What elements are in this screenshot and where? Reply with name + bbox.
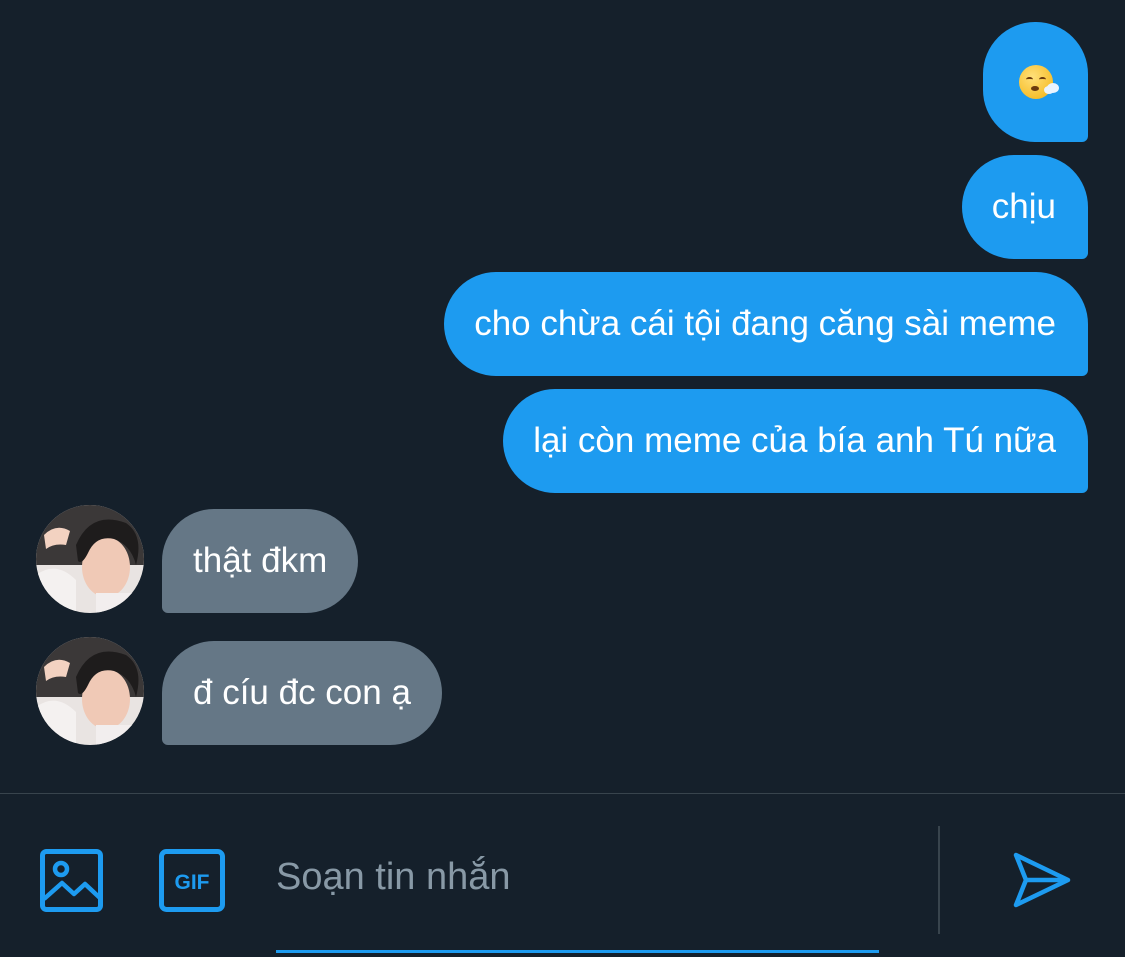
gif-label: GIF <box>175 871 210 894</box>
send-button[interactable] <box>1007 846 1075 914</box>
message-composer: GIF <box>0 794 1125 957</box>
message-input[interactable] <box>276 834 879 899</box>
sent-message[interactable]: lại còn meme của bía anh Tú nữa <box>503 389 1088 493</box>
add-image-button[interactable] <box>40 849 103 912</box>
sent-message[interactable]: chịu <box>961 155 1088 259</box>
message-input-wrapper <box>276 834 879 954</box>
message-thread: chịu cho chừa cái tội đang căng sài meme… <box>0 0 1125 793</box>
message-text: thật đkm <box>193 541 328 580</box>
input-focus-underline <box>276 950 879 953</box>
gif-button[interactable]: GIF <box>159 849 225 912</box>
received-message[interactable]: thật đkm <box>162 509 359 613</box>
avatar[interactable] <box>36 505 144 613</box>
avatar[interactable] <box>36 637 144 745</box>
sent-message-emoji[interactable] <box>983 22 1088 142</box>
composer-separator <box>938 826 940 934</box>
message-text: chịu <box>991 187 1056 226</box>
image-icon <box>40 849 103 912</box>
message-text: cho chừa cái tội đang căng sài meme <box>474 304 1056 343</box>
message-text: lại còn meme của bía anh Tú nữa <box>533 421 1056 460</box>
send-icon <box>1013 852 1071 908</box>
received-message[interactable]: đ cíu đc con ạ <box>162 641 442 745</box>
face-exhaling-emoji-icon <box>1018 65 1059 99</box>
message-text: đ cíu đc con ạ <box>193 673 411 712</box>
sent-message[interactable]: cho chừa cái tội đang căng sài meme <box>444 272 1088 376</box>
